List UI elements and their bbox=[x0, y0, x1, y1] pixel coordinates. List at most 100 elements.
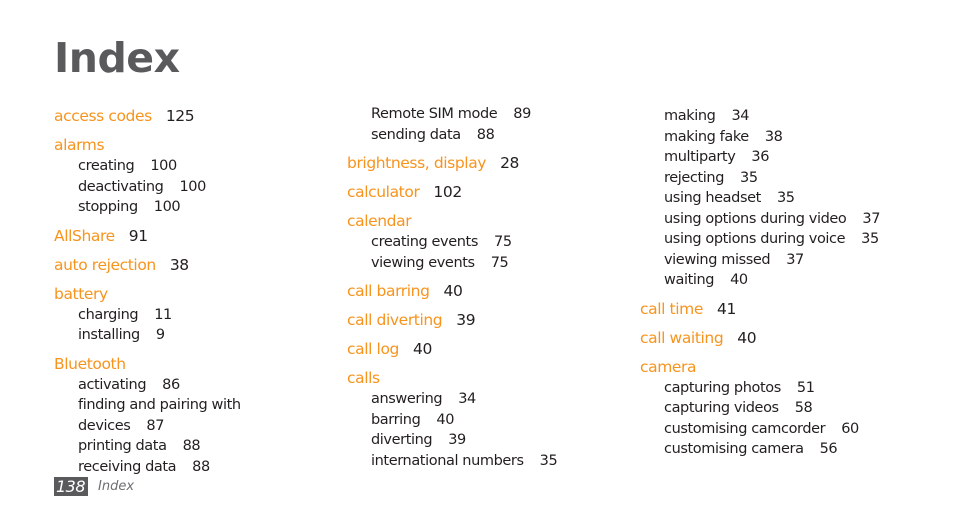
index-term[interactable]: auto rejection bbox=[54, 256, 156, 274]
page-reference[interactable]: 102 bbox=[433, 183, 462, 201]
subentry-list: creating 100 deactivating 100 stopping 100 bbox=[54, 156, 344, 218]
page-reference[interactable]: 38 bbox=[765, 129, 783, 145]
index-entry: camera capturing photos 51 capturing videos… bbox=[640, 356, 930, 460]
page-reference[interactable]: 11 bbox=[154, 307, 172, 323]
subentry-text: customising camcorder bbox=[664, 420, 826, 437]
page-reference[interactable]: 75 bbox=[494, 234, 512, 250]
index-term[interactable]: alarms bbox=[54, 136, 105, 154]
page-reference[interactable]: 56 bbox=[820, 441, 838, 457]
page-reference[interactable]: 38 bbox=[170, 256, 189, 274]
index-term[interactable]: camera bbox=[640, 358, 697, 376]
index-term[interactable]: brightness, display bbox=[347, 154, 486, 172]
index-term[interactable]: Bluetooth bbox=[54, 355, 126, 373]
page-reference[interactable]: 39 bbox=[448, 432, 466, 448]
page-reference[interactable]: 37 bbox=[862, 211, 880, 227]
page-reference[interactable]: 35 bbox=[777, 190, 795, 206]
index-subentry: stopping 100 bbox=[54, 197, 344, 218]
page-reference[interactable]: 35 bbox=[540, 453, 558, 469]
page-reference[interactable]: 58 bbox=[795, 400, 813, 416]
subentry-text: making bbox=[664, 108, 716, 124]
subentry-text: customising camera bbox=[664, 441, 804, 457]
index-term[interactable]: calendar bbox=[347, 212, 412, 230]
index-subentry: capturing photos 51 bbox=[640, 378, 930, 399]
subentry-text: barring bbox=[371, 411, 421, 428]
index-subentry: making 34 bbox=[640, 106, 930, 127]
index-subentry: finding and pairing with bbox=[54, 395, 344, 416]
index-entry: battery charging 11 installing 9 bbox=[54, 283, 344, 346]
page-reference[interactable]: 60 bbox=[841, 421, 859, 437]
index-term[interactable]: access codes bbox=[54, 107, 152, 125]
index-subentry: creating events 75 bbox=[347, 232, 637, 253]
page-reference[interactable]: 100 bbox=[150, 158, 177, 174]
index-term[interactable]: call log bbox=[347, 340, 399, 358]
index-term[interactable]: battery bbox=[54, 285, 108, 303]
page-reference[interactable]: 40 bbox=[436, 412, 454, 428]
page-reference[interactable]: 39 bbox=[456, 311, 475, 329]
index-term[interactable]: calculator bbox=[347, 183, 420, 201]
index-subentry: rejecting 35 bbox=[640, 168, 930, 189]
index-entry: call diverting 39 bbox=[347, 309, 637, 331]
page-reference[interactable]: 125 bbox=[166, 107, 195, 125]
page-reference[interactable]: 34 bbox=[458, 391, 476, 407]
section-name: Index bbox=[98, 478, 135, 494]
index-term-row: calls bbox=[347, 367, 637, 389]
page-reference[interactable]: 51 bbox=[797, 380, 815, 396]
page-reference[interactable]: 100 bbox=[154, 199, 181, 215]
index-column-3: making 34 making fake 38 multiparty 36 rejecti… bbox=[640, 106, 930, 460]
index-term[interactable]: call diverting bbox=[347, 311, 443, 329]
subentry-text: activating bbox=[78, 376, 147, 393]
page-reference[interactable]: 28 bbox=[500, 154, 519, 172]
page-reference[interactable]: 91 bbox=[129, 227, 148, 245]
index-subentry: viewing events 75 bbox=[347, 253, 637, 274]
page-reference[interactable]: 35 bbox=[861, 231, 879, 247]
subentry-text: using options during video bbox=[664, 210, 847, 227]
subentry-list: capturing photos 51 capturing videos 58 cust… bbox=[640, 378, 930, 460]
page-reference[interactable]: 36 bbox=[751, 149, 769, 165]
index-term[interactable]: call waiting bbox=[640, 329, 724, 347]
page-reference[interactable]: 86 bbox=[162, 377, 180, 393]
page-reference[interactable]: 100 bbox=[179, 179, 206, 195]
subentry-text: using headset bbox=[664, 190, 761, 206]
index-term[interactable]: calls bbox=[347, 369, 380, 387]
subentry-text: viewing missed bbox=[664, 251, 771, 268]
page-reference[interactable]: 87 bbox=[146, 418, 164, 434]
index-term-row: call time 41 bbox=[640, 298, 930, 320]
index-term[interactable]: call barring bbox=[347, 282, 430, 300]
index-entry: AllShare 91 bbox=[54, 225, 344, 247]
index-term[interactable]: call time bbox=[640, 300, 703, 318]
subentry-text: diverting bbox=[371, 432, 433, 448]
index-subentry: capturing videos 58 bbox=[640, 398, 930, 419]
subentry-text: using options during voice bbox=[664, 231, 846, 247]
index-entry: auto rejection 38 bbox=[54, 254, 344, 276]
subentry-text: receiving data bbox=[78, 458, 177, 475]
subentry-list: Remote SIM mode 89 sending data 88 bbox=[347, 104, 637, 145]
page-title: Index bbox=[54, 34, 180, 82]
page-reference[interactable]: 41 bbox=[717, 300, 736, 318]
page-reference[interactable]: 40 bbox=[730, 272, 748, 288]
page-reference[interactable]: 34 bbox=[731, 108, 749, 124]
subentry-list: activating 86 finding and pairing with devi… bbox=[54, 375, 344, 478]
page-reference[interactable]: 88 bbox=[477, 127, 495, 143]
index-subentry: activating 86 bbox=[54, 375, 344, 396]
index-entry: alarms creating 100 deactivating 100 stopping… bbox=[54, 134, 344, 218]
page-reference[interactable]: 37 bbox=[786, 252, 804, 268]
subentry-list: answering 34 barring 40 diverting 39 internati… bbox=[347, 389, 637, 471]
page-reference[interactable]: 75 bbox=[491, 255, 509, 271]
index-term-row: call barring 40 bbox=[347, 280, 637, 302]
index-subentry: customising camcorder 60 bbox=[640, 419, 930, 440]
page-reference[interactable]: 40 bbox=[737, 329, 756, 347]
subentry-list: creating events 75 viewing events 75 bbox=[347, 232, 637, 273]
index-term[interactable]: AllShare bbox=[54, 227, 115, 245]
index-subentry: deactivating 100 bbox=[54, 177, 344, 198]
index-term-row: camera bbox=[640, 356, 930, 378]
page-reference[interactable]: 88 bbox=[192, 459, 210, 475]
page-reference[interactable]: 9 bbox=[156, 327, 165, 343]
subentry-text: charging bbox=[78, 306, 139, 323]
page-reference[interactable]: 35 bbox=[740, 170, 758, 186]
page-reference[interactable]: 88 bbox=[183, 438, 201, 454]
page-reference[interactable]: 40 bbox=[413, 340, 432, 358]
page-reference[interactable]: 40 bbox=[444, 282, 463, 300]
index-subentry: multiparty 36 bbox=[640, 147, 930, 168]
page-reference[interactable]: 89 bbox=[513, 106, 531, 122]
index-term-row: Bluetooth bbox=[54, 353, 344, 375]
